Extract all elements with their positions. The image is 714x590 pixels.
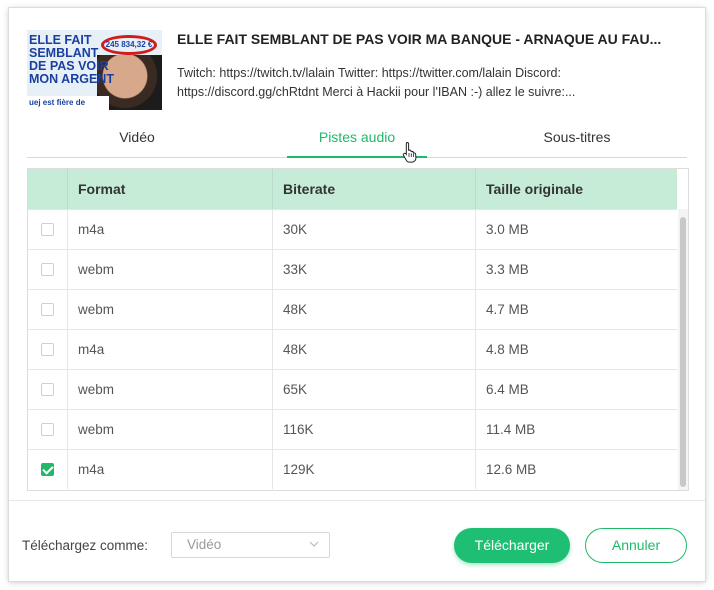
column-header-size: Taille originale xyxy=(486,181,583,197)
row-checkbox[interactable] xyxy=(41,303,54,316)
row-checkbox[interactable] xyxy=(41,423,54,436)
tab-video[interactable]: Vidéo xyxy=(27,124,247,157)
cell-size: 4.7 MB xyxy=(486,302,529,317)
cell-format: webm xyxy=(68,410,273,449)
tab-subtitles[interactable]: Sous-titres xyxy=(467,124,687,157)
tab-audio-tracks[interactable]: Pistes audio xyxy=(247,124,467,158)
video-title: ELLE FAIT SEMBLANT DE PAS VOIR MA BANQUE… xyxy=(177,31,662,47)
chevron-down-icon xyxy=(309,541,319,547)
table-row[interactable]: m4a 129K 12.6 MB xyxy=(28,449,677,489)
cell-bitrate: 33K xyxy=(273,250,476,289)
cell-format: m4a xyxy=(68,210,273,249)
table-header: Format Biterate Taille originale xyxy=(28,169,677,209)
download-format-select[interactable]: Vidéo xyxy=(171,532,330,558)
download-as-label: Téléchargez comme: xyxy=(22,538,149,553)
select-column-header xyxy=(28,169,68,209)
table-body: m4a 30K 3.0 MB webm 33K 3.3 MB webm 48K … xyxy=(28,209,677,489)
cell-size: 6.4 MB xyxy=(486,382,529,397)
table-row[interactable]: webm 48K 4.7 MB xyxy=(28,289,677,329)
row-checkbox[interactable] xyxy=(41,263,54,276)
footer-divider xyxy=(9,500,705,501)
table-row[interactable]: webm 116K 11.4 MB xyxy=(28,409,677,449)
row-checkbox[interactable] xyxy=(41,463,54,476)
row-checkbox[interactable] xyxy=(41,343,54,356)
tab-bar: Vidéo Pistes audio Sous-titres xyxy=(27,124,687,158)
cell-bitrate: 30K xyxy=(273,210,476,249)
column-header-format: Format xyxy=(68,169,273,209)
scrollbar-thumb[interactable] xyxy=(680,217,686,487)
table-scrollbar[interactable] xyxy=(678,209,688,490)
cell-format: webm xyxy=(68,250,273,289)
thumbnail-amount: 245 834,32 € xyxy=(101,35,157,55)
download-format-value: Vidéo xyxy=(187,537,222,552)
download-dialog: ELLE FAIT SEMBLANT DE PAS VOIR MON ARGEN… xyxy=(9,8,705,581)
cell-bitrate: 65K xyxy=(273,370,476,409)
hand-cursor-icon xyxy=(402,141,417,163)
cell-size: 3.0 MB xyxy=(486,222,529,237)
thumbnail-caption: uej est fière de xyxy=(27,96,109,110)
cell-format: webm xyxy=(68,370,273,409)
table-row[interactable]: webm 33K 3.3 MB xyxy=(28,249,677,289)
cancel-button[interactable]: Annuler xyxy=(585,528,687,563)
cell-bitrate: 129K xyxy=(273,450,476,489)
cell-size: 4.8 MB xyxy=(486,342,529,357)
table-row[interactable]: webm 65K 6.4 MB xyxy=(28,369,677,409)
cell-bitrate: 48K xyxy=(273,330,476,369)
row-checkbox[interactable] xyxy=(41,223,54,236)
cell-bitrate: 48K xyxy=(273,290,476,329)
row-checkbox[interactable] xyxy=(41,383,54,396)
download-button[interactable]: Télécharger xyxy=(454,528,570,563)
column-header-bitrate: Biterate xyxy=(273,169,476,209)
video-description: Twitch: https://twitch.tv/lalain Twitter… xyxy=(177,66,576,99)
table-row[interactable]: m4a 30K 3.0 MB xyxy=(28,209,677,249)
cell-format: m4a xyxy=(68,330,273,369)
cell-bitrate: 116K xyxy=(273,410,476,449)
audio-tracks-table: Format Biterate Taille originale m4a 30K… xyxy=(27,168,689,491)
cell-size: 12.6 MB xyxy=(486,462,537,477)
cell-format: webm xyxy=(68,290,273,329)
table-row[interactable]: m4a 48K 4.8 MB xyxy=(28,329,677,369)
cell-size: 3.3 MB xyxy=(486,262,529,277)
cell-format: m4a xyxy=(68,450,273,489)
cell-size: 11.4 MB xyxy=(486,422,536,437)
video-thumbnail: ELLE FAIT SEMBLANT DE PAS VOIR MON ARGEN… xyxy=(27,30,162,110)
